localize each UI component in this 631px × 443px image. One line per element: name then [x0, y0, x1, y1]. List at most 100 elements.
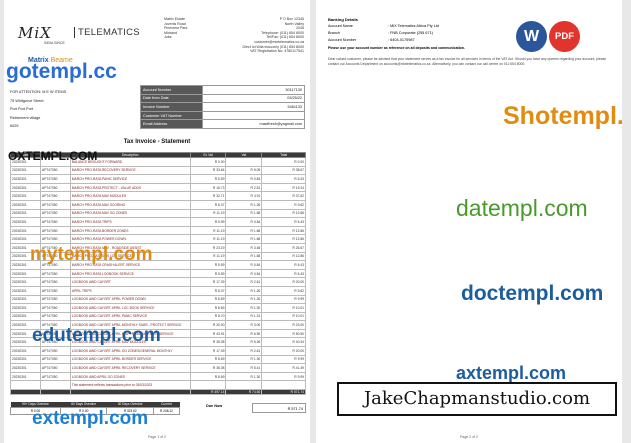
table-cell: R 8.37	[189, 285, 227, 296]
table-cell: R 17.39	[189, 277, 227, 287]
account-field-value: 5461133	[202, 102, 305, 112]
table-cell: APT47050	[39, 234, 71, 244]
table-cell: 20230301	[10, 311, 41, 322]
account-row: Email Address mawlfresh@yagmail.com	[140, 119, 305, 129]
account-field-label: Customer VAT Number	[140, 110, 203, 121]
table-row: 20230301 APT47050 LOGBOOK AWD CAYGRT APRIL…	[10, 311, 306, 322]
table-cell: 20230301	[10, 363, 41, 373]
table-cell: R 8.37	[189, 199, 227, 210]
table-cell: R 19.24	[261, 182, 306, 193]
table-cell: APT47050	[39, 268, 71, 279]
table-row: 20230301 APT47050 MARCH PRO-RATA MAV SCORI…	[10, 199, 306, 210]
due-now-amount: R 571.74	[252, 403, 306, 413]
table-cell: R 37.62	[261, 191, 306, 201]
account-field-label: Date from Date	[140, 93, 203, 104]
table-cell: APT47050	[39, 182, 71, 193]
table-cell: MARCH PRO-RATA BORDER ZONES	[69, 225, 191, 236]
table-cell	[225, 157, 263, 167]
page-number: Page 1 of 2	[148, 435, 166, 439]
table-cell: R 1.26	[225, 199, 263, 210]
table-cell: APT47050	[39, 191, 71, 201]
table-cell: R 11.19	[189, 251, 227, 262]
table-cell	[39, 380, 71, 391]
table-cell: R 12.86	[261, 234, 306, 244]
table-cell: LOGBOOK AWD APRIL GO ZONES	[69, 371, 191, 382]
table-cell: R 17.39	[189, 346, 227, 356]
table-cell: APT47050	[39, 199, 71, 210]
table-cell: MARCH PRO-RATA PANIC SERVICE	[69, 174, 191, 184]
table-cell: 20230301	[10, 294, 41, 305]
invoice-page-2: Banking Details Account Name: MiX Telema…	[316, 0, 622, 443]
table-cell: MARCH PRO-RATA RECOVERY SERVICE	[69, 165, 191, 176]
bank-row: Branch: FNB Corporate (255 671)	[328, 30, 508, 37]
table-cell: R 8.70	[189, 311, 227, 322]
address-line: 6025	[10, 124, 19, 129]
table-cell: R 20.00	[261, 277, 306, 287]
table-cell	[225, 380, 263, 391]
table-cell: APT47050	[39, 294, 71, 305]
table-cell: R 8.69	[189, 294, 227, 305]
table-cell: 20230301	[10, 174, 41, 184]
table-cell: LOGBOOK AWD CAYGRT APRIL POWER DOWN	[69, 294, 191, 305]
table-cell: MARCH PRO-RATA MAV MODULES	[69, 191, 191, 201]
table-cell: LOGBOOK AWD CAYGRT	[69, 277, 191, 287]
page-number: Page 2 of 2	[460, 435, 478, 439]
table-cell: R 1.68	[225, 208, 263, 219]
table-cell: LOGBOOK AWD CAYGRT APRIL RECOVERY SERVIC…	[69, 363, 191, 373]
table-row: 20230301 APT47050 MARCH PRO-RATA LOGBOOK S…	[10, 268, 306, 279]
word-icon[interactable]: W	[516, 21, 547, 52]
address-line: 75 Whitgrove Street	[10, 98, 44, 103]
table-cell: R 5.05	[225, 165, 263, 176]
invoice-page-1: MiX INDIA SINCE TELEMATICS Matrix Estate…	[4, 0, 310, 443]
table-cell: R 36.08	[189, 363, 227, 373]
table-cell: This statement reflects transactions pri…	[69, 380, 191, 391]
table-cell: R 23.19	[189, 242, 227, 253]
watermark-oxtempl: OXTEMPL.COM	[8, 149, 98, 163]
bank-value: : 6404-0175987	[388, 38, 415, 42]
table-cell: APT47050	[39, 217, 71, 227]
table-cell: 20230301	[10, 217, 41, 227]
table-cell: R 2.61	[225, 277, 263, 287]
pdf-icon[interactable]: PDF	[549, 21, 580, 52]
contact-label: Jobs	[164, 35, 172, 40]
due-now-label: Due Now	[206, 404, 223, 408]
watermark-gotempl: gotempl.cc	[6, 60, 117, 83]
table-cell: R 26.67	[261, 242, 306, 253]
table-cell: R 8.69	[189, 354, 227, 365]
table-cell: R 6.43	[261, 260, 306, 270]
table-cell: APT47050	[39, 346, 71, 356]
table-row: 20230301 APT47050 MARCH PRO-RATA BORDER ZO…	[10, 225, 306, 236]
table-cell: R 12.86	[261, 208, 306, 219]
table-cell: R 1.68	[225, 234, 263, 244]
table-row: 20230301 APT47050 LOGBOOK AWD APRIL GO ZON…	[10, 371, 306, 382]
invoice-title: Tax Invoice - Statement	[123, 139, 191, 145]
logo-subtitle: INDIA SINCE	[44, 41, 65, 45]
table-cell: R 0.84	[225, 217, 263, 227]
table-cell: R 1.30	[225, 303, 263, 313]
table-cell: 20230301	[10, 208, 41, 219]
table-cell: R 2.61	[225, 346, 263, 356]
table-row: 20230301 APT47050 MARCH PRO-RATA RECOVERY …	[10, 165, 306, 176]
account-field-value: 30117130	[202, 85, 305, 95]
table-cell: APT47050	[39, 225, 71, 236]
table-row: 20230301 APT47050 MARCH PRO-RATA TRIPS R 5.…	[10, 217, 306, 227]
table-cell: R 11.19	[189, 225, 227, 236]
account-field-label: Invoice Number	[140, 102, 203, 112]
table-cell: R 6.43	[261, 174, 306, 184]
account-field-label: Email Address	[140, 119, 203, 129]
table-cell: 20230301	[10, 234, 41, 244]
table-cell: R 4.91	[225, 191, 263, 201]
bank-label: Account Name	[328, 24, 353, 28]
table-cell: 20230301	[10, 191, 41, 201]
bank-value: : FNB Corporate (255 671)	[388, 31, 433, 35]
account-row: Account Number 30117130	[140, 85, 305, 95]
account-details-table: Account Number 30117130 Date from Date 03/2…	[140, 85, 305, 129]
table-cell: R 2.51	[225, 182, 263, 193]
table-cell: APT47050	[39, 311, 71, 322]
banking-title: Banking Details	[328, 17, 359, 22]
brand-name: TELEMATICS	[74, 27, 140, 38]
table-cell: R 41.49	[261, 363, 306, 373]
table-cell: MARCH PRO-RATA POWER DOWN	[69, 234, 191, 244]
table-cell: R 5.26	[225, 337, 263, 348]
table-cell: LOGBOOK AWD CAYGRT APRIL PANIC SERVICE	[69, 311, 191, 322]
